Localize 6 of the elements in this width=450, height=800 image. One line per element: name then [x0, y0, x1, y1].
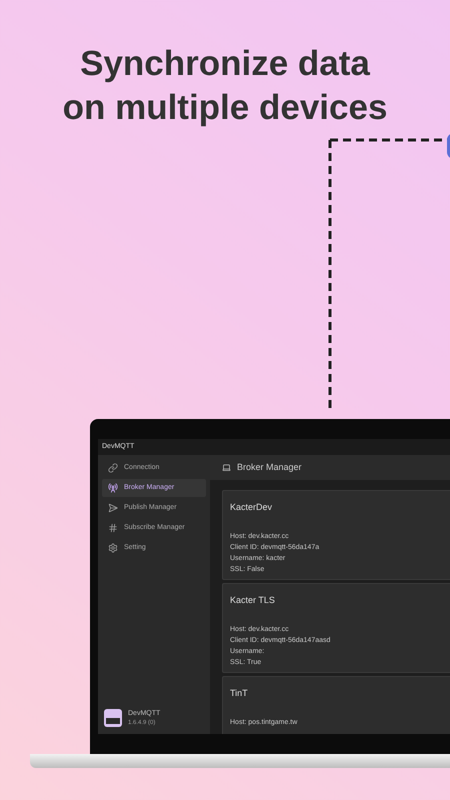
headline: Synchronize data	[80, 43, 370, 85]
broker-name: KacterDev	[230, 501, 274, 514]
broker-name: Kacter TLS	[230, 594, 276, 607]
broker-name: TinT	[230, 687, 249, 700]
headline: on multiple devices	[62, 87, 388, 129]
page-title: Broker Manager	[237, 460, 302, 474]
